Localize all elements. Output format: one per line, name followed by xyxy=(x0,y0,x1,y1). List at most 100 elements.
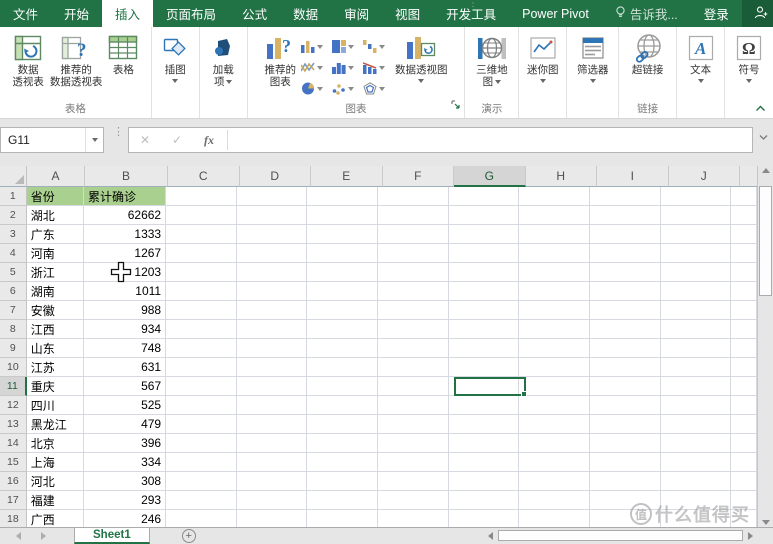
tab-view[interactable]: 视图 xyxy=(382,0,433,27)
next-sheet-button[interactable] xyxy=(41,532,46,540)
cell-A6[interactable]: 湖南 xyxy=(27,282,84,301)
cell-B9[interactable]: 748 xyxy=(84,339,166,358)
insert-hierarchy-chart-button[interactable] xyxy=(330,36,361,57)
cell-F16[interactable] xyxy=(378,472,449,491)
cell-F4[interactable] xyxy=(378,244,449,263)
cell-I12[interactable] xyxy=(590,396,661,415)
tab-split-handle[interactable]: ⋮ xyxy=(468,1,478,6)
cell-D13[interactable] xyxy=(237,415,308,434)
cell-G8[interactable] xyxy=(449,320,520,339)
row-header-3[interactable]: 3 xyxy=(0,225,27,244)
cell-A7[interactable]: 安徽 xyxy=(27,301,84,320)
cell-J18[interactable] xyxy=(661,510,732,527)
cell-I3[interactable] xyxy=(590,225,661,244)
cell-G15[interactable] xyxy=(449,453,520,472)
cell-D9[interactable] xyxy=(237,339,308,358)
cell-F17[interactable] xyxy=(378,491,449,510)
cell-partial12[interactable] xyxy=(731,396,757,415)
name-box-dropdown-button[interactable] xyxy=(85,128,103,152)
cell-partial9[interactable] xyxy=(731,339,757,358)
cell-I18[interactable] xyxy=(590,510,661,527)
cell-H17[interactable] xyxy=(519,491,590,510)
cell-A15[interactable]: 上海 xyxy=(27,453,84,472)
cell-B15[interactable]: 334 xyxy=(84,453,166,472)
cell-H16[interactable] xyxy=(519,472,590,491)
cell-A12[interactable]: 四川 xyxy=(27,396,84,415)
sparklines-button[interactable]: 迷你图 xyxy=(524,30,562,83)
three-d-map-button[interactable]: 三维地 图 xyxy=(473,30,511,88)
cell-C1[interactable] xyxy=(166,187,237,206)
cell-E5[interactable] xyxy=(307,263,378,282)
select-all-button[interactable] xyxy=(0,166,27,187)
cell-B1[interactable]: 累计确诊 xyxy=(84,187,166,206)
column-header-F[interactable]: F xyxy=(383,166,455,187)
insert-scatter-chart-button[interactable] xyxy=(330,78,361,99)
column-header-D[interactable]: D xyxy=(240,166,312,187)
cell-D3[interactable] xyxy=(237,225,308,244)
cell-F9[interactable] xyxy=(378,339,449,358)
cell-A5[interactable]: 浙江 xyxy=(27,263,84,282)
cell-I11[interactable] xyxy=(590,377,661,396)
cell-B8[interactable]: 934 xyxy=(84,320,166,339)
cell-A16[interactable]: 河北 xyxy=(27,472,84,491)
cell-I2[interactable] xyxy=(590,206,661,225)
cell-F3[interactable] xyxy=(378,225,449,244)
cell-G4[interactable] xyxy=(449,244,520,263)
cell-partial8[interactable] xyxy=(731,320,757,339)
cell-E4[interactable] xyxy=(307,244,378,263)
row-header-10[interactable]: 10 xyxy=(0,358,27,377)
text-button[interactable]: A 文本 xyxy=(685,30,717,83)
cell-I16[interactable] xyxy=(590,472,661,491)
cell-C4[interactable] xyxy=(166,244,237,263)
cell-I8[interactable] xyxy=(590,320,661,339)
cell-B16[interactable]: 308 xyxy=(84,472,166,491)
cell-G16[interactable] xyxy=(449,472,520,491)
cell-A1[interactable]: 省份 xyxy=(27,187,84,206)
insert-histogram-chart-button[interactable] xyxy=(330,57,361,78)
cell-C6[interactable] xyxy=(166,282,237,301)
cell-C2[interactable] xyxy=(166,206,237,225)
cell-F15[interactable] xyxy=(378,453,449,472)
cell-A10[interactable]: 江苏 xyxy=(27,358,84,377)
row-header-4[interactable]: 4 xyxy=(0,244,27,263)
cell-D5[interactable] xyxy=(237,263,308,282)
row-header-8[interactable]: 8 xyxy=(0,320,27,339)
cell-G5[interactable] xyxy=(449,263,520,282)
column-header-B[interactable]: B xyxy=(85,166,168,187)
sheet-tab-sheet1[interactable]: Sheet1 xyxy=(74,528,150,544)
cell-partial11[interactable] xyxy=(731,377,757,396)
cell-H5[interactable] xyxy=(519,263,590,282)
cell-I1[interactable] xyxy=(590,187,661,206)
cell-H11[interactable] xyxy=(519,377,590,396)
cell-G14[interactable] xyxy=(449,434,520,453)
symbols-button[interactable]: Ω 符号 xyxy=(733,30,765,83)
cell-H13[interactable] xyxy=(519,415,590,434)
cell-I9[interactable] xyxy=(590,339,661,358)
cell-F1[interactable] xyxy=(378,187,449,206)
cell-D11[interactable] xyxy=(237,377,308,396)
cell-C11[interactable] xyxy=(166,377,237,396)
cancel-button[interactable]: ✕ xyxy=(129,133,161,147)
cell-G2[interactable] xyxy=(449,206,520,225)
cell-D15[interactable] xyxy=(237,453,308,472)
cell-B14[interactable]: 396 xyxy=(84,434,166,453)
cell-partial7[interactable] xyxy=(731,301,757,320)
cell-E6[interactable] xyxy=(307,282,378,301)
cell-H2[interactable] xyxy=(519,206,590,225)
cell-E11[interactable] xyxy=(307,377,378,396)
tell-me-box[interactable]: 告诉我... xyxy=(602,0,691,27)
cell-J10[interactable] xyxy=(661,358,732,377)
cell-E7[interactable] xyxy=(307,301,378,320)
cell-D10[interactable] xyxy=(237,358,308,377)
cell-I6[interactable] xyxy=(590,282,661,301)
cell-E17[interactable] xyxy=(307,491,378,510)
cell-G12[interactable] xyxy=(449,396,520,415)
cell-partial13[interactable] xyxy=(731,415,757,434)
new-sheet-button[interactable]: + xyxy=(182,529,196,543)
cell-E10[interactable] xyxy=(307,358,378,377)
pivottable-button[interactable]: 数据 透视表 xyxy=(9,30,47,88)
cell-I7[interactable] xyxy=(590,301,661,320)
cell-D7[interactable] xyxy=(237,301,308,320)
cell-partial15[interactable] xyxy=(731,453,757,472)
cell-I4[interactable] xyxy=(590,244,661,263)
